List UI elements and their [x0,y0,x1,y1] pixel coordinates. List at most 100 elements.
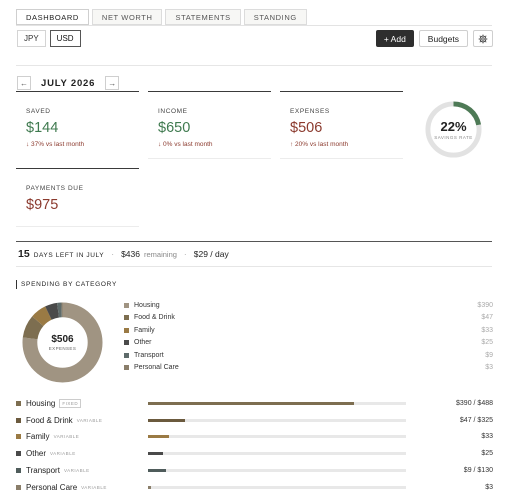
legend-swatch [124,365,129,371]
budget-label: Family [26,432,50,442]
budget-row[interactable]: Other Variable $25 [16,445,493,462]
savings-rate-value: 22% [440,119,467,134]
payments-due-label: Payments Due [26,185,84,192]
legend-item: Food & Drink $47 [124,312,493,325]
budget-amount: $33 [481,433,493,441]
legend-label: Transport [134,351,164,359]
expenses-label: Expenses [290,108,330,115]
budget-type-tag: Variable [63,468,90,474]
payments-due-card: Payments Due $975 [16,168,139,213]
separator-dot: · [183,249,187,259]
legend-label: Family [134,326,155,334]
header-divider [16,65,492,66]
settings-button[interactable] [473,30,493,47]
income-card: Income $650 ↓ 0% vs last month [148,91,271,148]
budget-label: Transport [26,466,60,476]
legend-label: Other [134,339,152,347]
legend-swatch [124,302,129,308]
budget-row[interactable]: Food & Drink Variable $47 / $325 [16,412,493,429]
saved-card: Saved $144 ↓ 37% vs last month [16,91,139,148]
budget-progress-track [148,401,406,405]
budget-swatch [16,484,21,490]
legend-label: Food & Drink [134,314,175,322]
budget-swatch [16,400,21,406]
month-navigator: ← JULY 2026 → [17,76,120,90]
budget-label: Housing [26,398,56,408]
budget-progress-track [148,469,406,473]
income-value: $650 [158,120,191,136]
tab-dashboard[interactable]: Dashboard [16,9,89,25]
legend-item: Personal Care $3 [124,362,493,375]
legend-label: Housing [134,301,160,309]
per-day-amount: $29 / day [193,249,229,259]
budget-amount: $3 [485,483,493,491]
budget-name: Transport Variable [26,466,148,475]
tab-standing[interactable]: Standing [243,9,307,25]
payments-card-bottom [16,226,139,227]
budget-type-tag: Variable [53,434,80,440]
budget-amount: $9 / $130 [463,467,493,475]
budget-swatch [16,434,21,440]
days-left-number: 15 [18,248,30,260]
budget-label: Food & Drink [26,415,73,425]
budget-progress-track [148,435,406,439]
income-delta: ↓ 0% vs last month [158,141,213,148]
legend-label: Personal Care [134,364,179,372]
budget-progress-fill [148,452,164,456]
donut-total-label: Expenses [48,346,77,351]
budget-progress-track [148,452,406,456]
budget-swatch [16,451,21,457]
days-left-divider [16,241,492,242]
currency-usd-button[interactable]: USD [49,30,81,47]
days-bottom-divider [16,266,492,267]
budget-progress-track [148,418,406,422]
donut-total-value: $506 [51,334,74,345]
month-label: JULY 2026 [41,77,96,89]
tabs-divider [16,25,492,26]
income-label: Income [158,108,188,115]
saved-label: Saved [26,108,51,115]
legend-amount: $3 [485,364,493,372]
legend-swatch [124,352,129,358]
legend-amount: $390 [477,301,493,309]
budget-row[interactable]: Personal Care Variable $3 [16,479,493,496]
budget-amount: $47 / $325 [459,416,493,424]
legend-amount: $47 [481,314,493,322]
saved-value: $144 [26,120,59,136]
budgets-button[interactable]: Budgets [418,30,468,47]
tab-statements[interactable]: Statements [165,9,241,25]
legend-item: Transport $9 [124,349,493,362]
add-button[interactable]: + Add [375,30,414,47]
budget-row[interactable]: Transport Variable $9 / $130 [16,462,493,479]
currency-jpy-button[interactable]: JPY [17,30,46,47]
tab-net-worth[interactable]: Net Worth [91,9,163,25]
budget-swatch [16,468,21,474]
remaining-label: remaining [143,250,177,259]
legend-item: Family $33 [124,324,493,337]
budget-name: Food & Drink Variable [26,416,148,425]
prev-month-button[interactable]: ← [17,76,31,90]
budget-name: Housing Fixed [26,398,148,408]
currency-toggle: JPY USD [17,30,81,47]
budget-type-tag: Fixed [59,398,82,408]
next-month-button[interactable]: → [105,76,120,90]
budget-progress-fill [148,418,186,422]
budget-row[interactable]: Housing Fixed $390 / $488 [16,395,493,412]
budget-progress-fill [148,401,355,405]
budget-row[interactable]: Family Variable $33 [16,429,493,446]
legend-item: Housing $390 [124,299,493,312]
remaining-amount: $436 [121,249,140,259]
budget-swatch [16,417,21,423]
legend-amount: $9 [485,351,493,359]
legend-amount: $33 [481,326,493,334]
budget-bars: Housing Fixed $390 / $488 Food & Drink Varia… [16,395,493,496]
spending-legend: Housing $390 Food & Drink $47 Family $33 Other… [124,299,493,374]
gear-icon [478,34,488,43]
budget-progress-fill [148,469,167,473]
budget-progress-track [148,485,406,489]
budget-type-tag: Variable [81,484,107,490]
legend-item: Other $25 [124,337,493,350]
legend-swatch [124,340,129,346]
legend-swatch [124,315,129,321]
days-left-row: 15 days left in July · $436 remaining · … [18,248,229,260]
